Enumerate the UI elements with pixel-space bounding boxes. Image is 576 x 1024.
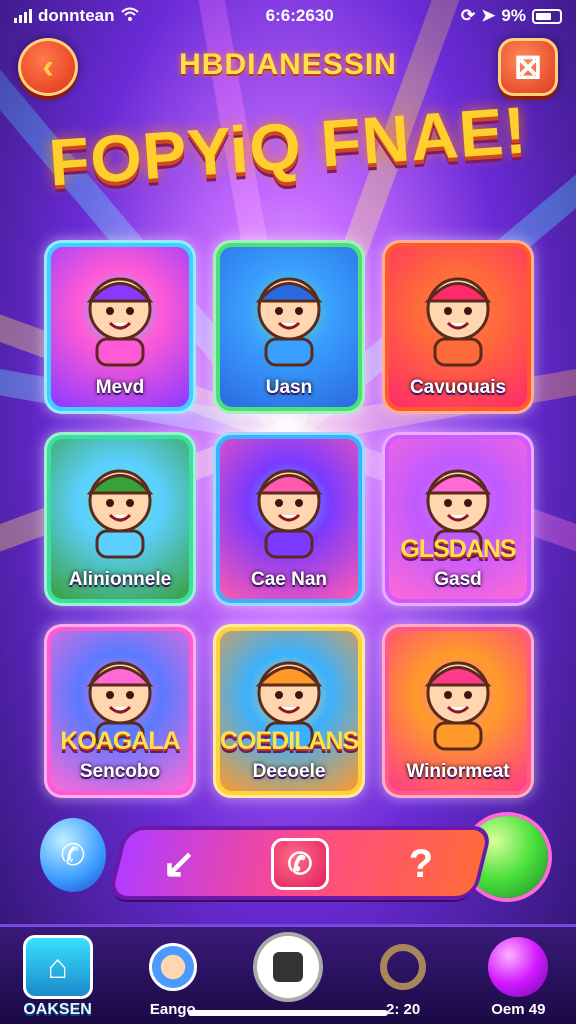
card-artwork-frame: Uasn <box>220 247 358 407</box>
game-card[interactable]: GLSDANS Gasd <box>382 432 534 606</box>
nav-chat[interactable]: 2: 20 <box>353 935 453 1018</box>
nav-home[interactable]: ⌂ OAKSEN <box>8 935 108 1019</box>
avatar-icon <box>148 943 197 991</box>
card-artwork-frame: KOAGALA Sencobo <box>51 631 189 791</box>
card-artwork-frame: GLSDANS Gasd <box>389 439 527 599</box>
blue-balloon-button[interactable]: ✆ <box>40 818 106 892</box>
cowboy-character-icon <box>234 453 344 563</box>
card-artwork-frame: Cae Nan <box>220 439 358 599</box>
green-ball-icon <box>234 261 344 371</box>
arrow-icon: ↙ <box>162 842 196 886</box>
battery-icon <box>531 8 562 24</box>
game-card[interactable]: KOAGALA Sencobo <box>44 624 196 798</box>
nav-chat-label: 2: 20 <box>386 1001 421 1018</box>
nav-home-label: OAKSEN <box>23 1001 92 1018</box>
nav-orb[interactable]: Oem 49 <box>468 935 568 1018</box>
bottom-nav: ⌂ OAKSEN Eango 2: 20 Oem 49 <box>0 924 576 1024</box>
home-indicator <box>188 1010 388 1016</box>
help-button[interactable]: ? <box>392 838 450 890</box>
game-card[interactable]: Uasn <box>213 240 365 414</box>
card-label: Cae Nan <box>250 569 328 590</box>
arrow-button[interactable]: ↙ <box>150 838 208 890</box>
card-label: Mevd <box>95 377 145 398</box>
card-label: Gasd <box>434 569 482 590</box>
card-artwork-frame: Alinionnele <box>51 439 189 599</box>
status-bar: donntean 6:6:2630 ⟳ ➤ 9% <box>0 0 576 32</box>
nav-record[interactable] <box>238 935 338 999</box>
carrier-label: donntean <box>38 6 115 25</box>
card-artwork-frame: Cavuouais <box>389 247 527 407</box>
game-card[interactable]: Winiormeat <box>382 624 534 798</box>
wifi-icon <box>120 6 139 26</box>
sync-icon: ⟳ <box>460 6 476 25</box>
orb-icon <box>488 937 549 997</box>
card-label: Uasn <box>265 377 313 398</box>
card-label: Sencobo <box>79 761 161 782</box>
game-card[interactable]: Cavuouais <box>382 240 534 414</box>
phone-button[interactable]: ✆ <box>271 838 329 890</box>
action-row: ↙ ✆ ? <box>150 836 450 892</box>
page-subtitle: HBDIANESSIN <box>179 48 397 81</box>
game-card[interactable]: Mevd <box>44 240 196 414</box>
game-card[interactable]: Alinionnele <box>44 432 196 606</box>
question-icon: ? <box>408 841 434 886</box>
card-badge-text: KOAGALA <box>60 727 180 755</box>
card-label: Cavuouais <box>409 377 507 398</box>
nav-profile[interactable]: Eango <box>123 935 223 1018</box>
pink-bear-icon <box>403 645 513 755</box>
signal-icon <box>14 9 32 23</box>
card-label: Winiormeat <box>406 761 510 782</box>
game-grid: Mevd Uasn Cavuouais Alinionnele Cae Nan … <box>44 240 534 798</box>
chat-icon <box>380 944 427 990</box>
record-icon <box>256 936 319 998</box>
game-card[interactable]: Cae Nan <box>213 432 365 606</box>
boy-balloon-icon <box>65 453 175 563</box>
card-label: Alinionnele <box>68 569 172 590</box>
character-boy-green-hat-icon <box>65 261 175 371</box>
battery-percent: 9% <box>501 6 526 25</box>
card-badge-text: GLSDANS <box>400 535 516 563</box>
home-icon: ⌂ <box>22 935 93 999</box>
clock: 6:6:2630 <box>265 6 334 25</box>
card-badge-text: COEDILANS <box>220 727 358 755</box>
card-artwork-frame: Winiormeat <box>389 631 527 791</box>
card-label: Deeoele <box>252 761 326 782</box>
location-icon: ➤ <box>481 6 496 25</box>
phone-icon: ✆ <box>60 838 86 872</box>
phone-icon: ✆ <box>287 847 313 881</box>
card-artwork-frame: Mevd <box>51 247 189 407</box>
nav-orb-label: Oem 49 <box>491 1001 546 1018</box>
blue-robot-cat-icon <box>403 261 513 371</box>
game-card[interactable]: COEDILANS Deeoele <box>213 624 365 798</box>
card-artwork-frame: COEDILANS Deeoele <box>220 631 358 791</box>
